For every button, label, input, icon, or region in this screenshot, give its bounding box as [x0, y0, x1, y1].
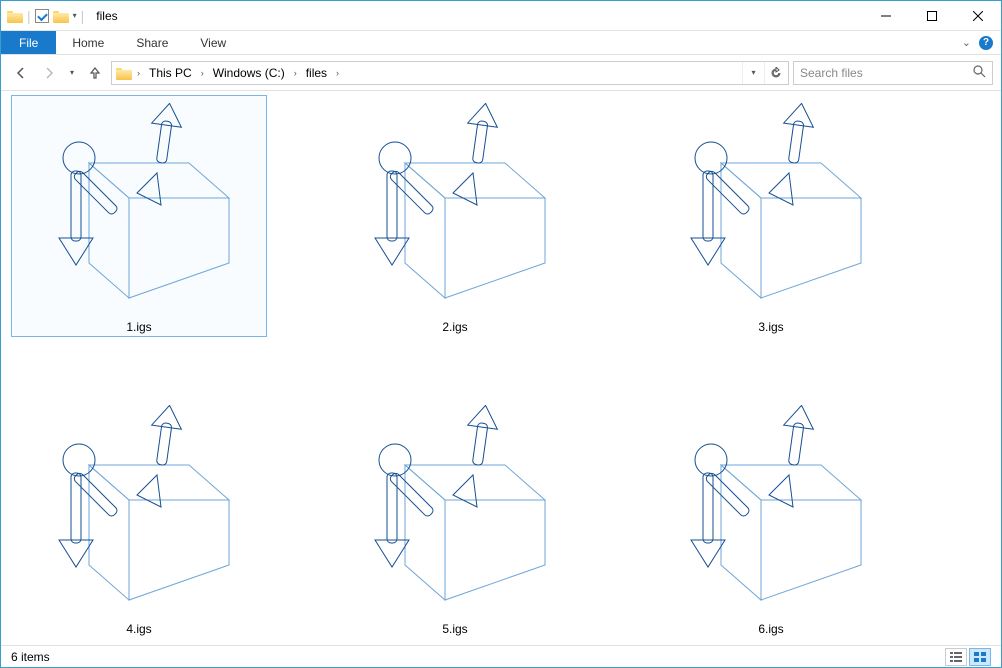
cad-file-icon: [340, 400, 570, 620]
file-name: 2.igs: [442, 318, 467, 334]
file-item[interactable]: 2.igs: [327, 95, 583, 337]
file-item[interactable]: 1.igs: [11, 95, 267, 337]
window-controls: [863, 1, 1001, 30]
customize-qat-icon[interactable]: ▾: [73, 11, 77, 20]
cad-file-icon: [656, 98, 886, 318]
file-name: 4.igs: [126, 620, 151, 636]
close-button[interactable]: [955, 1, 1001, 30]
refresh-button[interactable]: [764, 62, 786, 84]
chevron-down-icon[interactable]: ⌄: [962, 36, 971, 49]
file-name: 5.igs: [442, 620, 467, 636]
back-button[interactable]: [9, 61, 33, 85]
view-switcher: [945, 648, 991, 666]
cad-file-icon: [340, 98, 570, 318]
help-icon[interactable]: ?: [979, 36, 993, 50]
properties-icon[interactable]: [35, 9, 49, 23]
search-input[interactable]: [800, 66, 967, 80]
chevron-right-icon[interactable]: ›: [291, 68, 300, 78]
title-bar: | ▾ | files: [1, 1, 1001, 31]
tab-home[interactable]: Home: [56, 31, 120, 54]
chevron-right-icon[interactable]: ›: [333, 68, 342, 78]
breadcrumb-segment[interactable]: This PC: [145, 62, 196, 84]
file-item[interactable]: 3.igs: [643, 95, 899, 337]
item-count: 6 items: [11, 650, 50, 664]
status-bar: 6 items: [1, 645, 1001, 667]
details-view-button[interactable]: [945, 648, 967, 666]
chevron-right-icon[interactable]: ›: [198, 68, 207, 78]
cad-file-icon: [656, 400, 886, 620]
history-dropdown-button[interactable]: ▾: [742, 62, 764, 84]
tab-view[interactable]: View: [184, 31, 242, 54]
ribbon: File Home Share View ⌄ ?: [1, 31, 1001, 55]
up-button[interactable]: [83, 61, 107, 85]
cad-file-icon: [24, 400, 254, 620]
recent-locations-button[interactable]: ▾: [65, 61, 79, 85]
address-bar[interactable]: › This PC › Windows (C:) › files › ▾: [111, 61, 789, 85]
file-item[interactable]: 4.igs: [11, 397, 267, 639]
thumbnails-view-button[interactable]: [969, 648, 991, 666]
separator: |: [27, 8, 31, 24]
search-icon[interactable]: [973, 65, 986, 81]
nav-bar: ▾ › This PC › Windows (C:) › files › ▾: [1, 55, 1001, 91]
minimize-button[interactable]: [863, 1, 909, 30]
file-tab[interactable]: File: [1, 31, 56, 54]
window-title: files: [88, 9, 117, 23]
quick-access-toolbar: | ▾ | files: [1, 8, 118, 24]
forward-button[interactable]: [37, 61, 61, 85]
cad-file-icon: [24, 98, 254, 318]
tab-share[interactable]: Share: [120, 31, 184, 54]
file-item[interactable]: 5.igs: [327, 397, 583, 639]
ribbon-right: ⌄ ?: [962, 31, 1001, 54]
folder-icon: [116, 66, 132, 80]
chevron-right-icon[interactable]: ›: [134, 68, 143, 78]
maximize-button[interactable]: [909, 1, 955, 30]
new-folder-icon[interactable]: [53, 9, 69, 23]
file-grid[interactable]: 1.igs 2.igs 3.ig: [1, 91, 1001, 643]
breadcrumb-segment[interactable]: Windows (C:): [209, 62, 289, 84]
address-bar-buttons: ▾: [742, 62, 786, 84]
breadcrumb-segment[interactable]: files: [302, 62, 331, 84]
file-item[interactable]: 6.igs: [643, 397, 899, 639]
separator: |: [81, 8, 85, 24]
file-name: 3.igs: [758, 318, 783, 334]
folder-icon: [7, 9, 23, 23]
search-box[interactable]: [793, 61, 993, 85]
file-name: 1.igs: [126, 318, 151, 334]
file-name: 6.igs: [758, 620, 783, 636]
